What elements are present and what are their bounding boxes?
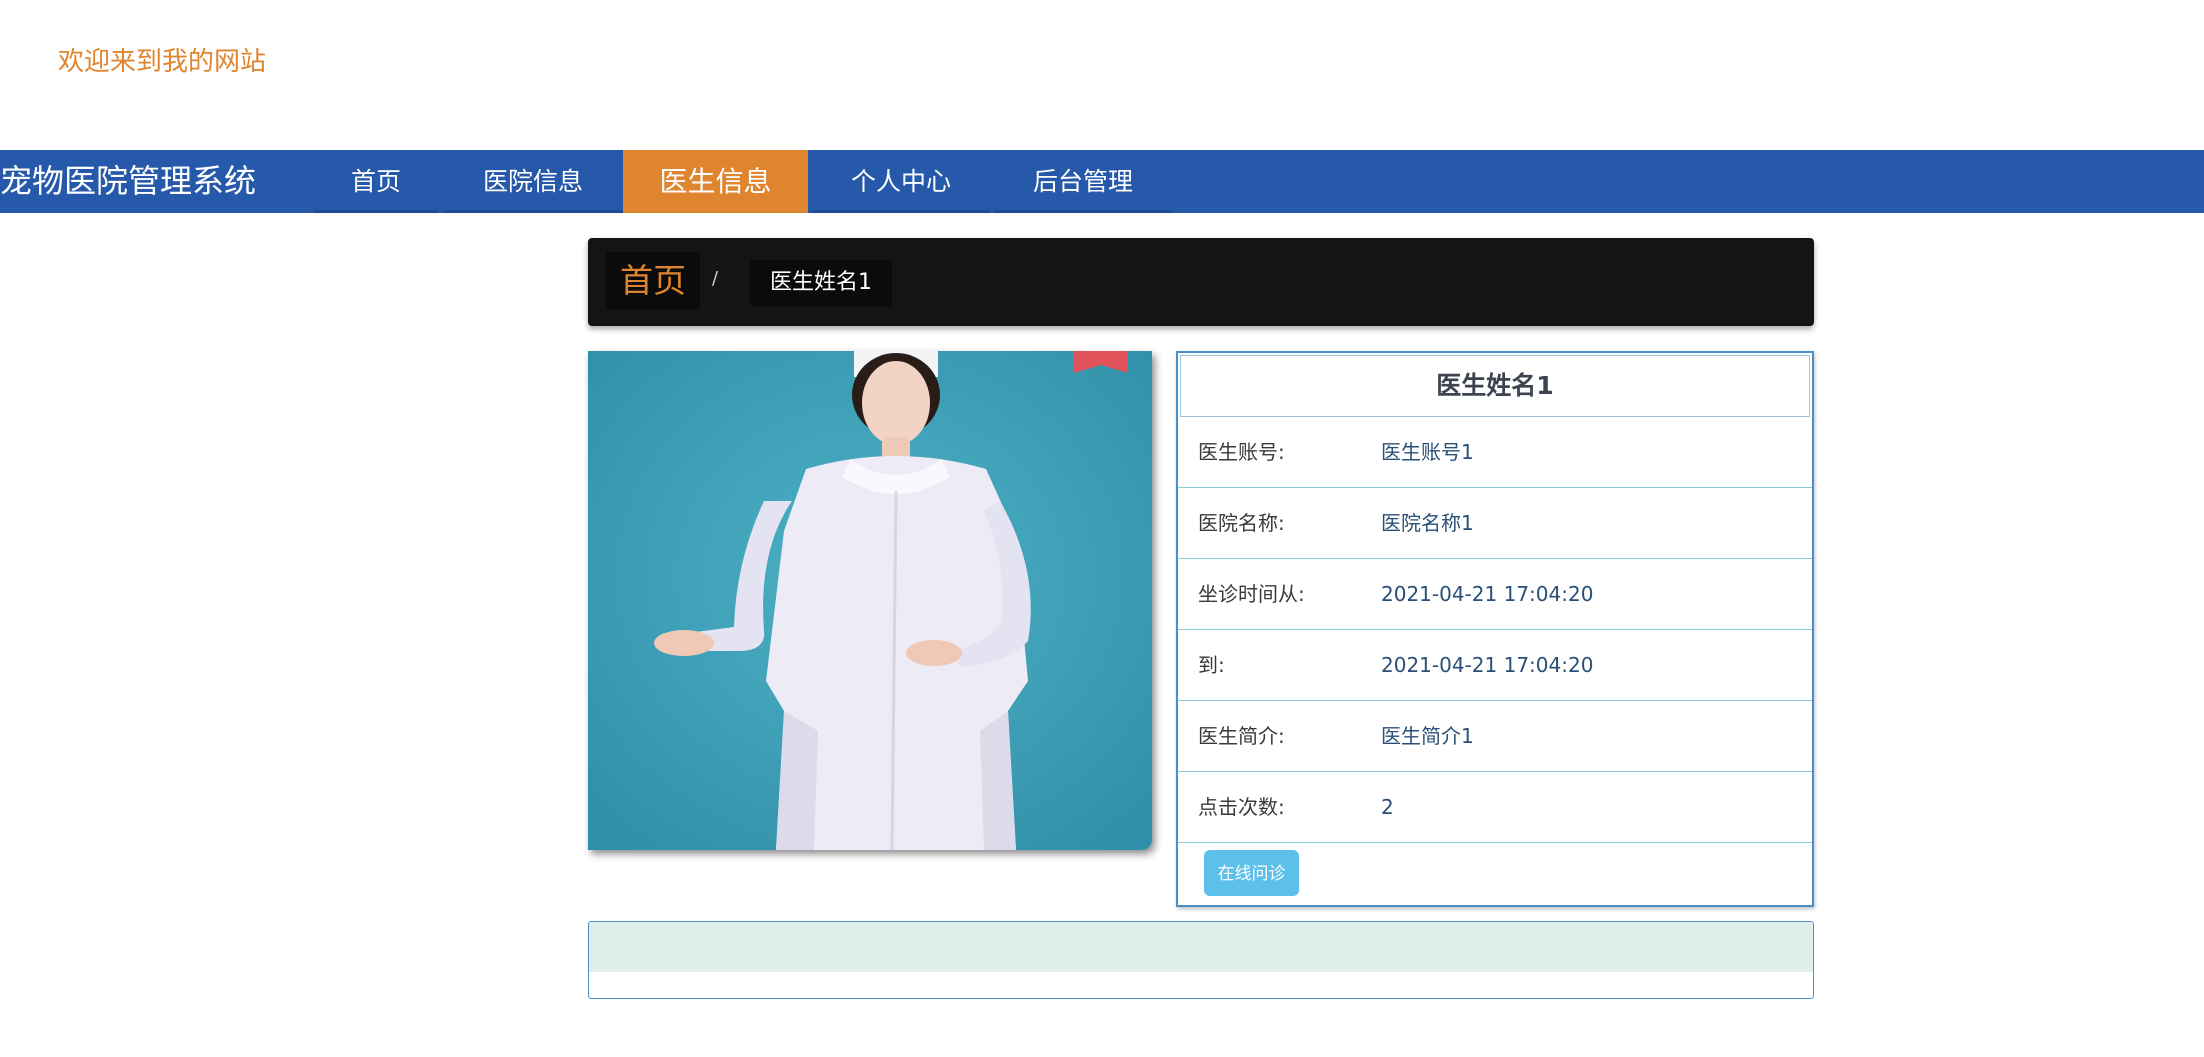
- nav-item-hospital-info[interactable]: 医院信息: [443, 150, 623, 213]
- nav-item-home[interactable]: 首页: [314, 150, 438, 213]
- info-row-intro: 医生简介: 医生简介1: [1178, 701, 1812, 772]
- info-row-consult-end: 到: 2021-04-21 17:04:20: [1178, 630, 1812, 701]
- breadcrumb-home-link[interactable]: 首页: [606, 252, 700, 310]
- welcome-text: 欢迎来到我的网站: [58, 47, 267, 77]
- info-label: 到:: [1198, 653, 1225, 677]
- nav-item-doctor-info[interactable]: 医生信息: [623, 150, 808, 213]
- info-label: 医生账号:: [1198, 440, 1285, 464]
- info-label: 坐诊时间从:: [1198, 582, 1305, 606]
- info-value: 2021-04-21 17:04:20: [1381, 653, 1594, 677]
- online-consult-button[interactable]: 在线问诊: [1204, 850, 1299, 896]
- top-navbar: 宠物医院管理系统 首页 医院信息 医生信息 个人中心 后台管理: [0, 150, 2204, 213]
- nav-item-personal-center[interactable]: 个人中心: [812, 150, 990, 213]
- breadcrumb-current: 医生姓名1: [750, 260, 892, 306]
- info-row-hospital-name: 医院名称: 医院名称1: [1178, 488, 1812, 559]
- doctor-name-title: 医生姓名1: [1180, 355, 1810, 417]
- info-value: 医生账号1: [1381, 440, 1474, 464]
- info-label: 医生简介:: [1198, 724, 1285, 748]
- info-label: 医院名称:: [1198, 511, 1285, 535]
- info-row-click-count: 点击次数: 2: [1178, 772, 1812, 843]
- breadcrumb-separator: /: [712, 268, 719, 289]
- nurse-photo-icon: [588, 351, 1152, 850]
- info-value: 医生简介1: [1381, 724, 1474, 748]
- site-brand[interactable]: 宠物医院管理系统: [0, 150, 256, 213]
- page: 欢迎来到我的网站 宠物医院管理系统 首页 医院信息 医生信息 个人中心 后台管理…: [0, 0, 2204, 1057]
- doctor-photo: [588, 351, 1152, 850]
- detail-content-box: [588, 921, 1814, 999]
- info-row-consult-start: 坐诊时间从: 2021-04-21 17:04:20: [1178, 559, 1812, 630]
- breadcrumb: 首页 / 医生姓名1: [588, 238, 1814, 326]
- nav-item-admin[interactable]: 后台管理: [994, 150, 1172, 213]
- doctor-info-panel: 医生姓名1 医生账号: 医生账号1 医院名称: 医院名称1 坐诊时间从: 202…: [1176, 351, 1814, 907]
- info-value: 2021-04-21 17:04:20: [1381, 582, 1594, 606]
- detail-content-fill: [589, 922, 1813, 972]
- info-value: 2: [1381, 795, 1394, 819]
- info-value: 医院名称1: [1381, 511, 1474, 535]
- info-label: 点击次数:: [1198, 795, 1285, 819]
- info-row-account: 医生账号: 医生账号1: [1178, 417, 1812, 488]
